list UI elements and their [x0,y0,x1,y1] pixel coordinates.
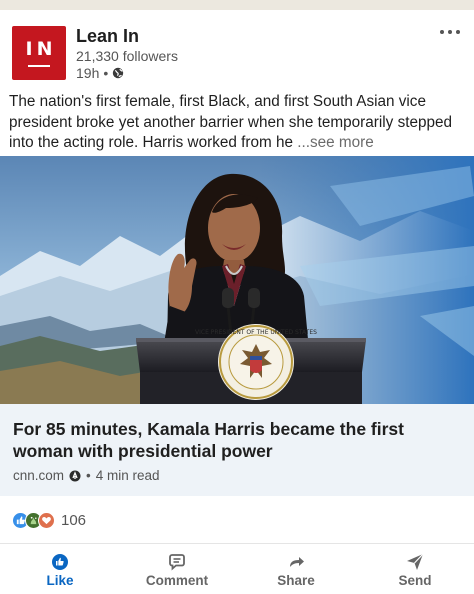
publisher-icon [69,470,81,481]
send-icon [407,553,424,570]
follower-count: 21,330 followers [76,48,178,64]
reaction-summary[interactable]: 106 [12,512,86,529]
love-icon [38,512,55,529]
article-title[interactable]: For 85 minutes, Kamala Harris became the… [13,418,453,462]
article-separator: • [86,468,91,483]
like-label: Like [46,573,74,588]
article-source: cnn.com [13,468,65,483]
top-strip [0,0,474,10]
comment-button[interactable]: Comment [127,548,227,592]
article-preview[interactable]: For 85 minutes, Kamala Harris became the… [0,404,474,496]
ellipsis-icon[interactable] [440,30,460,34]
article-read-time: 4 min read [95,468,160,483]
share-button[interactable]: Share [246,548,346,592]
reaction-count: 106 [61,512,87,529]
dot [448,30,452,34]
post-text: The nation's first female, first Black, … [9,93,453,151]
dot [456,30,460,34]
seal-text: VICE PRESIDENT OF THE UNITED STATES [195,329,317,336]
share-label: Share [277,573,315,588]
divider [0,543,474,544]
logo-underline [28,64,50,67]
author-name[interactable]: Lean In [76,26,139,46]
vice-president-photo: VICE PRESIDENT OF THE UNITED STATES [0,156,474,404]
see-more-link[interactable]: ...see more [297,134,374,151]
globe-icon [113,67,124,79]
meta-separator: • [103,65,109,81]
send-label: Send [398,573,432,588]
like-button[interactable]: Like [10,548,110,592]
post-header: IN Lean In 21,330 followers 19h • [0,14,474,84]
article-meta: cnn.com • 4 min read [13,468,160,483]
comment-label: Comment [145,573,209,588]
send-button[interactable]: Send [365,548,465,592]
post-meta: 19h • [76,65,124,81]
dot [440,30,444,34]
action-bar: Like Comment Share Send [0,548,474,594]
post-time: 19h [76,65,100,81]
post-body: The nation's first female, first Black, … [9,92,471,154]
comment-icon [169,554,185,571]
share-icon [290,557,304,567]
like-icon [52,554,68,570]
article-image[interactable]: VICE PRESIDENT OF THE UNITED STATES [0,156,474,404]
logo-text: IN [25,37,57,60]
lean-in-logo[interactable]: IN [12,26,66,80]
